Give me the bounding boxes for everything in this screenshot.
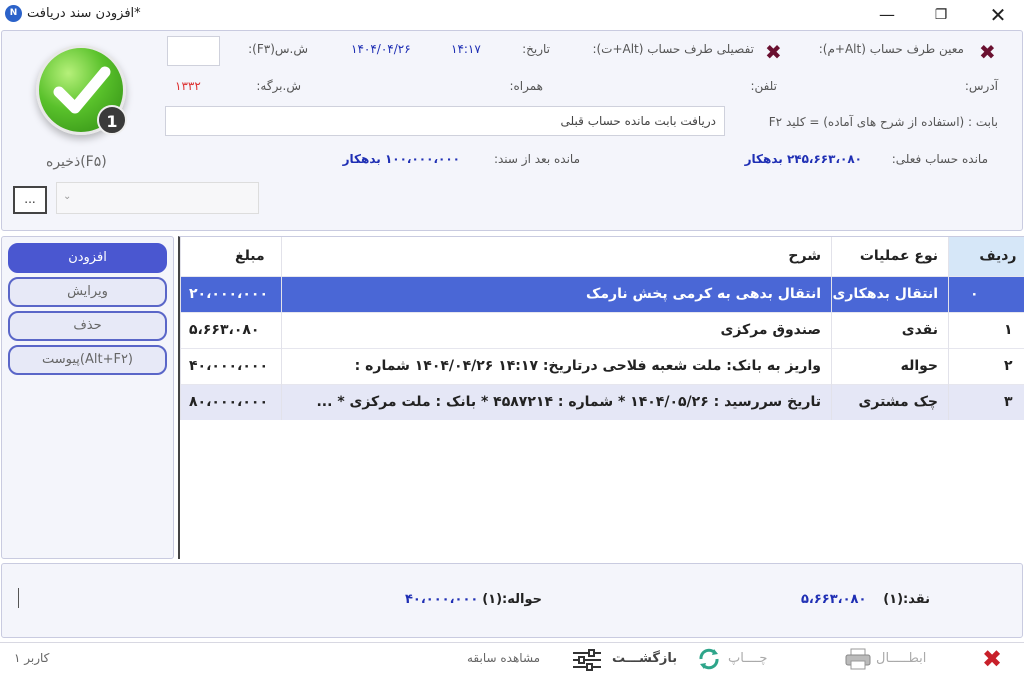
doc-number-input[interactable] [167,36,220,66]
sheet-number-value: ۱۳۳۲ [175,79,201,93]
description-cell: تاریخ سررسید : ۱۴۰۴/۰۵/۲۶ * شماره : ۴۵۸۷… [281,383,832,420]
printer-icon[interactable] [845,648,871,670]
amount-cell: ۲۰،۰۰۰،۰۰۰ [180,275,282,312]
actions-panel: افزودن ویرایش حذف پیوست(Alt+F۲) [1,236,174,559]
row-number-cell: ۱ [948,311,1024,348]
filter-settings-icon[interactable] [571,648,603,672]
delete-button[interactable]: حذف [8,311,167,341]
title-bar: N افزودن سند دریافت* — ❐ ✕ [0,0,1024,29]
amount-cell: ۸۰،۰۰۰،۰۰۰ [180,383,282,420]
sheet-number-label: ش.برگه: [256,79,301,93]
column-header-description[interactable]: شرح [281,237,832,276]
operation-type-cell: چک مشتری [831,383,949,420]
clear-detail-icon[interactable]: ✖ [765,42,782,62]
restore-icon: ❐ [934,6,948,23]
counterparty-label: معین طرف حساب (Alt+م): [818,42,964,56]
date-label: تاریخ: [522,42,550,56]
summary-divider [18,588,19,608]
time-value[interactable]: ۱۴:۱۷ [451,42,481,56]
app-icon: N [5,5,22,22]
refresh-icon[interactable] [697,647,721,671]
close-window-button[interactable]: ✕ [975,0,1021,29]
date-value[interactable]: ۱۴۰۴/۰۴/۲۶ [351,42,411,56]
column-header-amount[interactable]: مبلغ [180,237,282,276]
add-button[interactable]: افزودن [8,243,167,273]
clear-counterparty-icon[interactable]: ✖ [979,42,996,62]
back-button[interactable]: بازگشـــت [612,651,677,666]
table-header-row: ردیف نوع عملیات شرح مبلغ [180,237,1024,276]
description-label: بابت : (استفاده از شرح های آماده) = کلید… [768,115,998,129]
column-header-operation-type[interactable]: نوع عملیات [831,237,949,276]
table-row[interactable]: ۰ انتقال بدهکاری انتقال بدهی به کرمی پخش… [180,275,1024,312]
column-header-row-number[interactable]: ردیف [948,237,1024,276]
chevron-down-icon: ⌄ [63,191,72,202]
transfer-total-label: حواله:(۱) [482,592,542,607]
description-cell: انتقال بدهی به کرمی پخش نارمک [281,275,832,312]
summary-bar: نقد:(۱) ۵،۶۶۳،۰۸۰ حواله:(۱) ۴۰،۰۰۰،۰۰۰ [1,563,1023,638]
current-user-label: کاربر ۱ [14,651,50,665]
project-dropdown[interactable]: ⌄ [56,182,259,214]
footer-toolbar: ✖ ابطـــــال چــــاپ بازگشـــت مشاهده سا… [0,642,1024,674]
operation-type-cell: نقدی [831,311,949,348]
doc-number-label: ش.س(F۳): [248,42,308,56]
transfer-total-value: ۴۰،۰۰۰،۰۰۰ [405,592,479,607]
address-label: آدرس: [964,79,998,93]
after-balance-label: مانده بعد از سند: [493,152,580,166]
print-button[interactable]: چــــاپ [728,651,767,666]
minimize-button[interactable]: — [864,0,910,29]
description-input[interactable]: دریافت بابت مانده حساب قبلی [165,106,725,136]
operation-type-cell: انتقال بدهکاری [831,275,949,312]
mobile-label: همراه: [509,79,543,93]
after-balance-value: ۱۰۰،۰۰۰،۰۰۰ بدهکار [342,152,460,166]
description-cell: واریز به بانک: ملت شعبه فلاحی درتاریخ: ۱… [281,347,832,384]
table-row[interactable]: ۱ نقدی صندوق مرکزی ۵،۶۶۳،۰۸۰ [180,311,1024,348]
cancel-button[interactable]: ابطـــــال [876,651,926,666]
items-table: ردیف نوع عملیات شرح مبلغ ۰ انتقال بدهکار… [178,236,1024,559]
detail-label: تفصیلی طرف حساب (Alt+ت): [592,42,754,56]
row-number-cell: ۲ [948,347,1024,384]
cash-total-value: ۵،۶۶۳،۰۸۰ [801,592,867,607]
cash-total-label: نقد:(۱) [883,592,930,607]
table-row[interactable]: ۳ چک مشتری تاریخ سررسید : ۱۴۰۴/۰۵/۲۶ * ش… [180,383,1024,420]
current-balance-label: مانده حساب فعلی: [891,152,988,166]
current-balance-value: ۲۴۵،۶۶۳،۰۸۰ بدهکار [744,152,862,166]
document-header-panel: ✖ معین طرف حساب (Alt+م): ✖ تفصیلی طرف حس… [1,30,1023,231]
attach-button[interactable]: پیوست(Alt+F۲) [8,345,167,375]
save-label: ذخیره(F۵) [46,154,107,170]
row-number-cell: ۳ [948,383,1024,420]
cancel-icon[interactable]: ✖ [982,646,1002,672]
amount-cell: ۴۰،۰۰۰،۰۰۰ [180,347,282,384]
description-cell: صندوق مرکزی [281,311,832,348]
minimize-icon: — [879,5,895,24]
edit-button[interactable]: ویرایش [8,277,167,307]
more-options-button[interactable]: ... [13,186,47,214]
close-icon: ✕ [989,2,1007,27]
row-number-cell: ۰ [948,275,1024,312]
maximize-button[interactable]: ❐ [918,0,964,29]
window-title: افزودن سند دریافت* [27,6,141,21]
phone-label: تلفن: [750,79,777,93]
table-row[interactable]: ۲ حواله واریز به بانک: ملت شعبه فلاحی در… [180,347,1024,384]
view-history-button[interactable]: مشاهده سابقه [467,651,540,665]
operation-type-cell: حواله [831,347,949,384]
count-badge: 1 [97,105,127,135]
amount-cell: ۵،۶۶۳،۰۸۰ [180,311,282,348]
